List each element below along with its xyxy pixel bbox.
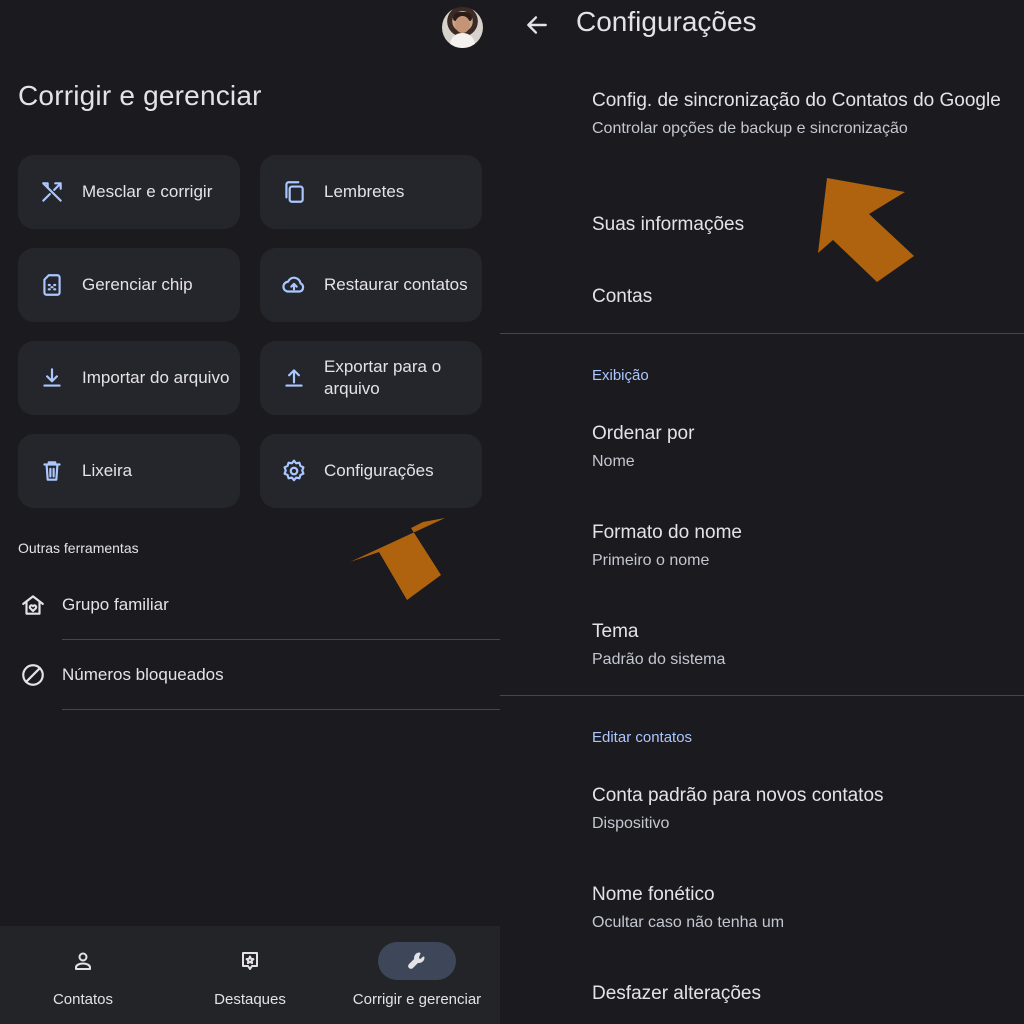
sim-card-icon: [38, 271, 66, 299]
person-icon: [44, 942, 122, 980]
manage-panel: Corrigir e gerenciar Mesclar e corrigir …: [0, 0, 500, 1024]
setting-subtitle: Ocultar caso não tenha um: [592, 914, 785, 931]
settings-title: Configurações: [576, 6, 757, 37]
setting-title: Desfazer alterações: [592, 983, 761, 1004]
nav-label: Corrigir e gerenciar: [352, 991, 482, 1008]
setting-theme[interactable]: Tema Padrão do sistema: [592, 619, 1012, 671]
setting-title: Nome fonético: [592, 884, 715, 905]
cloud-restore-icon: [280, 271, 308, 299]
tile-reminders[interactable]: Lembretes: [260, 155, 482, 229]
setting-title: Config. de sincronização do Contatos do …: [592, 90, 1001, 111]
tile-label: Mesclar e corrigir: [82, 182, 213, 201]
tile-label: Restaurar contatos: [324, 275, 468, 294]
tile-label: Lixeira: [82, 461, 133, 480]
tile-label: Configurações: [324, 461, 434, 480]
category-edit-contacts: Editar contatos: [592, 729, 693, 746]
family-home-icon: [18, 590, 48, 620]
tile-trash[interactable]: Lixeira: [18, 434, 240, 508]
setting-your-info[interactable]: Suas informações: [592, 212, 1012, 238]
tile-label: Lembretes: [324, 182, 405, 201]
divider: [500, 333, 1024, 334]
highlights-icon: [211, 942, 289, 980]
setting-subtitle: Controlar opções de backup e sincronizaç…: [592, 120, 908, 137]
wrench-icon: [378, 942, 456, 980]
nav-highlights[interactable]: Destaques: [167, 926, 333, 1024]
tile-import[interactable]: Importar do arquivo: [18, 341, 240, 415]
setting-phonetic-name[interactable]: Nome fonético Ocultar caso não tenha um: [592, 882, 1012, 934]
divider: [62, 709, 500, 710]
merge-fix-icon: [38, 178, 66, 206]
settings-panel: Configurações Config. de sincronização d…: [500, 0, 1024, 1024]
setting-title: Conta padrão para novos contatos: [592, 785, 884, 806]
tile-label: Gerenciar chip: [82, 275, 193, 294]
avatar[interactable]: [442, 7, 483, 48]
tile-sim[interactable]: Gerenciar chip: [18, 248, 240, 322]
tool-blocked-numbers[interactable]: Números bloqueados: [0, 640, 500, 710]
setting-accounts[interactable]: Contas: [592, 284, 1012, 310]
setting-title: Suas informações: [592, 214, 745, 235]
bottom-navigation: Contatos Destaques Corrigir e gerenciar: [0, 926, 500, 1024]
download-icon: [38, 364, 66, 392]
tile-label: Importar do arquivo: [82, 368, 230, 387]
tool-label: Números bloqueados: [62, 665, 224, 684]
nav-label: Contatos: [52, 991, 114, 1008]
nav-label: Destaques: [214, 991, 286, 1008]
setting-subtitle: Nome: [592, 453, 635, 470]
nav-fix-manage[interactable]: Corrigir e gerenciar: [334, 926, 500, 1024]
tile-merge-fix[interactable]: Mesclar e corrigir: [18, 155, 240, 229]
annotation-arrow: [350, 518, 445, 600]
block-icon: [18, 660, 48, 690]
gear-icon: [280, 457, 308, 485]
setting-default-account[interactable]: Conta padrão para novos contatos Disposi…: [592, 783, 1012, 835]
setting-title: Tema: [592, 621, 639, 642]
setting-undo-changes[interactable]: Desfazer alterações: [592, 981, 1012, 1007]
back-arrow-icon[interactable]: [522, 10, 552, 40]
page-title: Corrigir e gerenciar: [18, 80, 262, 111]
setting-subtitle: Primeiro o nome: [592, 552, 710, 569]
tile-export[interactable]: Exportar para o arquivo: [260, 341, 482, 415]
setting-title: Ordenar por: [592, 423, 695, 444]
setting-title: Contas: [592, 286, 653, 307]
setting-subtitle: Dispositivo: [592, 815, 670, 832]
setting-sort-by[interactable]: Ordenar por Nome: [592, 421, 1012, 473]
tile-restore[interactable]: Restaurar contatos: [260, 248, 482, 322]
reminders-icon: [280, 178, 308, 206]
setting-name-format[interactable]: Formato do nome Primeiro o nome: [592, 520, 1012, 572]
divider: [500, 695, 1024, 696]
tile-label: Exportar para o arquivo: [324, 357, 442, 398]
category-display: Exibição: [592, 367, 649, 384]
setting-title: Formato do nome: [592, 522, 742, 543]
annotation-arrow: [818, 178, 914, 282]
setting-sync[interactable]: Config. de sincronização do Contatos do …: [592, 88, 1012, 140]
other-tools-heading: Outras ferramentas: [18, 540, 139, 556]
tool-label: Grupo familiar: [62, 595, 169, 614]
setting-subtitle: Padrão do sistema: [592, 651, 726, 668]
upload-icon: [280, 364, 308, 392]
trash-icon: [38, 457, 66, 485]
nav-contacts[interactable]: Contatos: [0, 926, 166, 1024]
